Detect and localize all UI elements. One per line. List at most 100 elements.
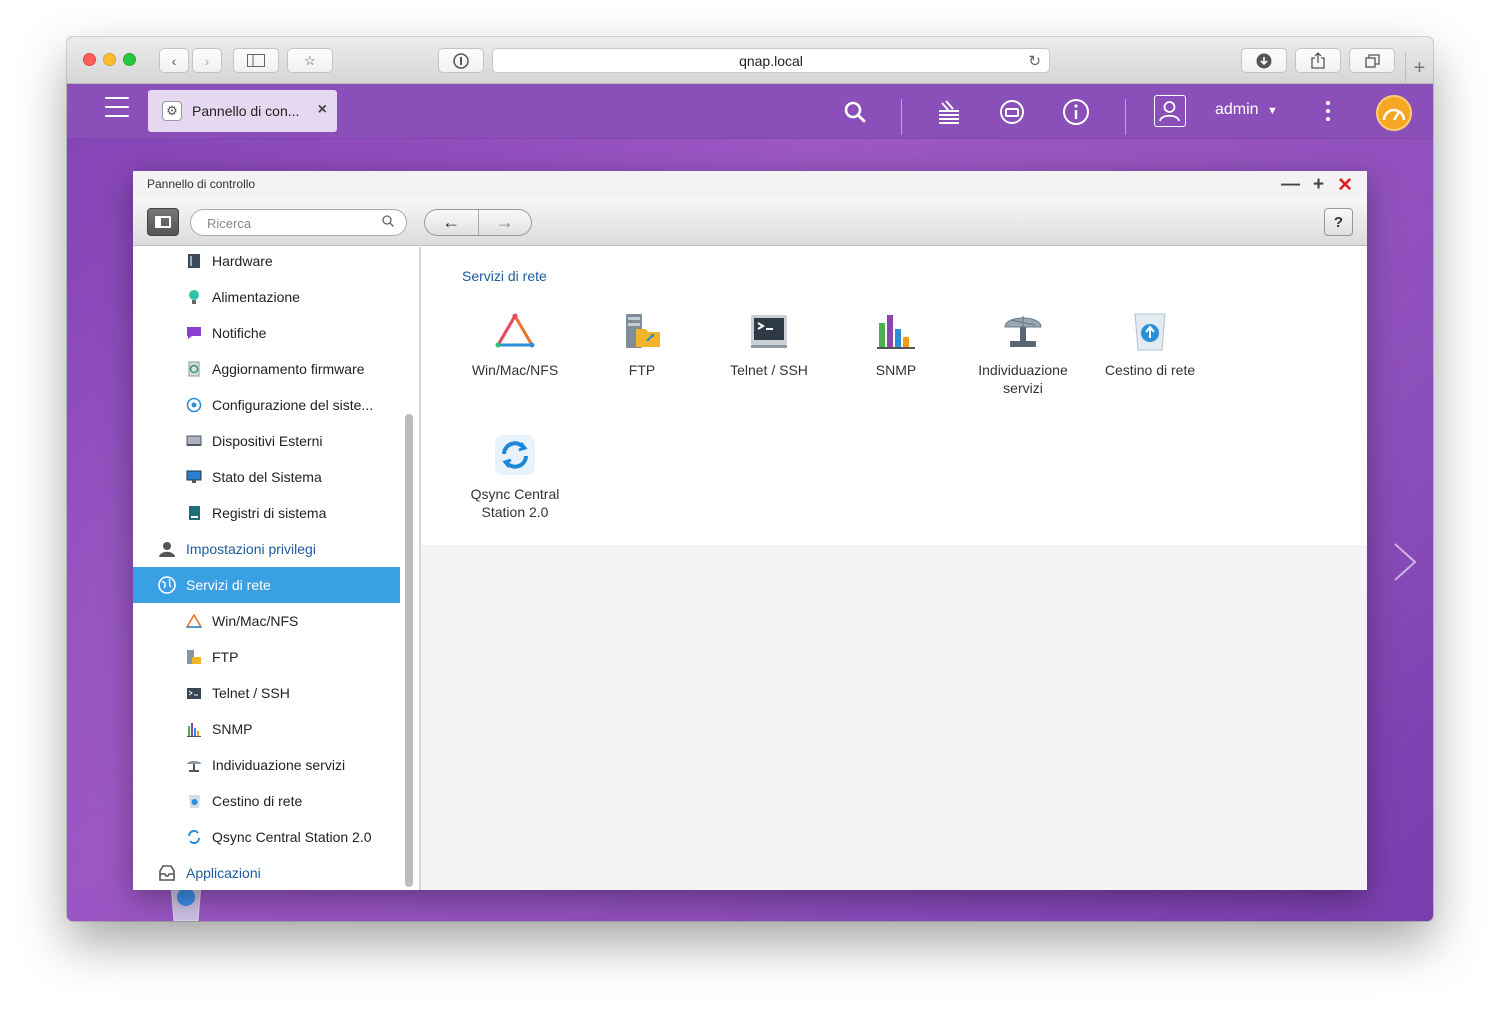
satellite-dish-icon xyxy=(1001,309,1045,353)
ftp-icon xyxy=(186,649,202,665)
close-window-button[interactable] xyxy=(83,53,96,66)
help-button[interactable]: ? xyxy=(1324,208,1353,236)
tile-qsync-central-station[interactable]: Qsync Central Station 2.0 xyxy=(455,433,575,521)
next-desktop-icon[interactable] xyxy=(1393,542,1417,582)
sidebar-item-notifications[interactable]: Notifiche xyxy=(133,315,400,351)
tile-network-recycle-bin[interactable]: Cestino di rete xyxy=(1090,309,1210,379)
sidebar-category-applications[interactable]: Applicazioni xyxy=(133,855,400,890)
tile-label: Individuazione servizi xyxy=(978,362,1068,396)
username: admin xyxy=(1215,101,1259,118)
section-title: Servizi di rete xyxy=(462,268,547,284)
downloads-icon[interactable] xyxy=(1241,48,1287,73)
new-tab-button[interactable]: + xyxy=(1405,52,1433,84)
search-icon xyxy=(382,214,394,230)
search-input[interactable]: Ricerca xyxy=(190,209,407,236)
sidebar-item-service-discovery[interactable]: Individuazione servizi xyxy=(133,747,400,783)
dashboard-gauge-icon[interactable] xyxy=(1376,95,1412,131)
browser-toolbar: ‹ › ☆ qnap.local ↻ + xyxy=(67,37,1433,84)
share-icon[interactable] xyxy=(1295,48,1341,73)
recycle-bin-icon xyxy=(1128,309,1172,353)
backup-icon xyxy=(186,397,202,413)
window-title-bar: Pannello di controllo — + ✕ xyxy=(133,171,1367,198)
sidebar-category-privileges[interactable]: Impostazioni privilegi xyxy=(133,531,400,567)
close-tab-icon[interactable]: × xyxy=(318,101,327,119)
tiles-area: Servizi di rete Win/Mac/NFS FTP Telnet /… xyxy=(421,247,1367,545)
info-icon[interactable] xyxy=(1061,97,1091,127)
user-avatar-icon[interactable] xyxy=(1154,95,1186,127)
sidebar-scrollbar[interactable] xyxy=(405,414,413,887)
sidebar-item-power[interactable]: Alimentazione xyxy=(133,279,400,315)
bar-chart-icon xyxy=(874,309,918,353)
sync-icon xyxy=(186,829,202,845)
power-icon xyxy=(186,289,202,305)
bookmarks-icon[interactable]: ☆ xyxy=(287,48,333,73)
satellite-dish-icon xyxy=(186,757,202,773)
tile-snmp[interactable]: SNMP xyxy=(836,309,956,379)
sidebar-category-network-services[interactable]: Servizi di rete xyxy=(133,567,400,603)
sidebar-item-external-devices[interactable]: Dispositivi Esterni xyxy=(133,423,400,459)
forward-arrow-icon[interactable]: → xyxy=(477,210,532,235)
close-icon[interactable]: ✕ xyxy=(1337,174,1353,197)
minimize-window-button[interactable] xyxy=(103,53,116,66)
sidebar-item-snmp[interactable]: SNMP xyxy=(133,711,400,747)
window-title: Pannello di controllo xyxy=(147,177,256,191)
notification-icon xyxy=(186,325,202,341)
triangle-icon xyxy=(493,309,537,353)
user-menu[interactable]: admin ▼ xyxy=(1215,101,1278,119)
sync-icon xyxy=(493,433,537,477)
external-device-icon xyxy=(186,433,202,449)
maximize-icon[interactable]: + xyxy=(1313,174,1324,197)
sidebar-item-qsync[interactable]: Qsync Central Station 2.0 xyxy=(133,819,400,855)
history-nav: ← → xyxy=(424,209,532,236)
tabs-overview-icon[interactable] xyxy=(1349,48,1395,73)
tile-telnet-ssh[interactable]: Telnet / SSH xyxy=(709,309,829,379)
tile-ftp[interactable]: FTP xyxy=(582,309,702,379)
sidebar-item-ftp[interactable]: FTP xyxy=(133,639,400,675)
tile-label: Qsync Central Station 2.0 xyxy=(470,486,560,520)
search-placeholder: Ricerca xyxy=(207,216,252,231)
menu-icon[interactable] xyxy=(105,97,129,124)
apps-icon xyxy=(158,864,176,882)
sidebar-item-firmware[interactable]: Aggiornamento firmware xyxy=(133,351,400,387)
sidebar-item-system-config[interactable]: Configurazione del siste... xyxy=(133,387,400,423)
reload-icon[interactable]: ↻ xyxy=(1028,52,1041,70)
sidebar-toggle-icon[interactable] xyxy=(233,48,279,73)
reader-info-icon[interactable] xyxy=(438,48,484,73)
back-button[interactable]: ‹ xyxy=(159,48,189,73)
bar-chart-icon xyxy=(186,721,202,737)
background-tasks-icon[interactable] xyxy=(934,97,964,127)
layout-toggle-button[interactable] xyxy=(147,208,179,236)
sidebar-item-win-mac-nfs[interactable]: Win/Mac/NFS xyxy=(133,603,400,639)
control-panel-window: Pannello di controllo — + ✕ Ricerca ← → … xyxy=(133,171,1367,890)
triangle-icon xyxy=(186,613,202,629)
tile-label: FTP xyxy=(628,362,656,378)
hardware-icon xyxy=(186,253,202,269)
sidebar-item-network-recycle-bin[interactable]: Cestino di rete xyxy=(133,783,400,819)
more-options-icon[interactable] xyxy=(1326,101,1330,125)
tile-win-mac-nfs[interactable]: Win/Mac/NFS xyxy=(455,309,575,379)
globe-icon xyxy=(158,576,176,594)
sidebar-item-telnet-ssh[interactable]: Telnet / SSH xyxy=(133,675,400,711)
tab-control-panel[interactable]: ⚙ Pannello di con... × xyxy=(148,90,337,132)
back-arrow-icon[interactable]: ← xyxy=(425,210,478,235)
search-icon[interactable] xyxy=(840,97,870,127)
url-text: qnap.local xyxy=(739,52,803,69)
log-icon xyxy=(186,505,202,521)
sidebar-item-system-status[interactable]: Stato del Sistema xyxy=(133,459,400,495)
tile-service-discovery[interactable]: Individuazione servizi xyxy=(963,309,1083,397)
minimize-icon[interactable]: — xyxy=(1281,174,1300,197)
forward-button[interactable]: › xyxy=(192,48,222,73)
external-device-sync-icon[interactable] xyxy=(997,97,1027,127)
monitor-icon xyxy=(186,469,202,485)
firmware-icon xyxy=(186,361,202,377)
zoom-window-button[interactable] xyxy=(123,53,136,66)
user-icon xyxy=(158,540,176,558)
ftp-icon xyxy=(620,309,664,353)
address-bar[interactable]: qnap.local ↻ xyxy=(492,48,1050,73)
sidebar-item-system-logs[interactable]: Registri di sistema xyxy=(133,495,400,531)
terminal-icon xyxy=(186,685,202,701)
sidebar-item-hardware[interactable]: Hardware xyxy=(133,247,400,279)
tile-label: Cestino di rete xyxy=(1104,362,1196,378)
gear-icon: ⚙ xyxy=(162,101,182,121)
tile-label: Telnet / SSH xyxy=(730,362,808,378)
